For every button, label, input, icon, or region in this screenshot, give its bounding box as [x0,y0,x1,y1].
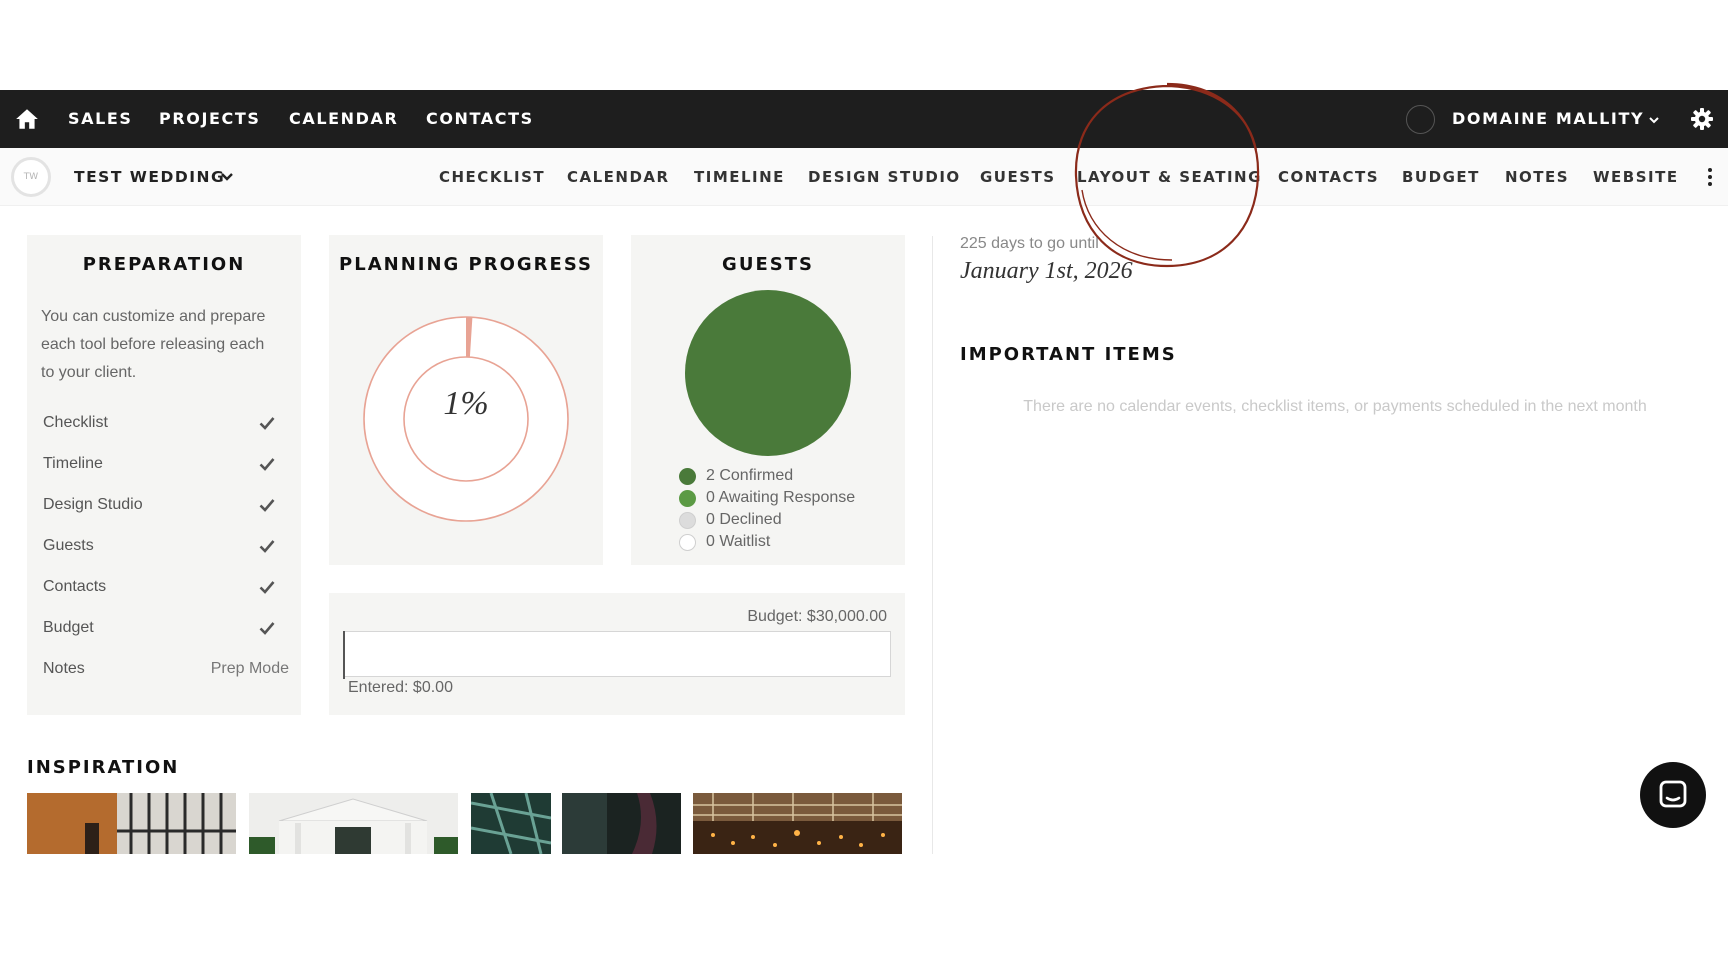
tab-budget[interactable]: BUDGET [1402,148,1480,206]
nav-projects[interactable]: PROJECTS [159,90,261,148]
prep-item-label: Design Studio [43,496,143,513]
countdown-text: 225 days to go until [960,235,1099,252]
tab-timeline[interactable]: TIMELINE [694,148,785,206]
tab-design-studio[interactable]: DESIGN STUDIO [808,148,961,206]
user-avatar[interactable] [1406,105,1435,134]
prep-item-notes[interactable]: Notes Prep Mode [43,657,289,681]
guests-title: GUESTS [722,254,814,275]
tab-layout-seating[interactable]: LAYOUT & SEATING [1077,148,1262,206]
preparation-description: You can customize and prepare each tool … [41,308,266,381]
prep-mode-status: Prep Mode [210,660,289,677]
budget-card: Budget: $30,000.00 Entered: $0.00 [329,593,905,715]
tab-notes[interactable]: NOTES [1505,148,1569,206]
tab-website[interactable]: WEBSITE [1593,148,1679,206]
chat-launcher-button[interactable] [1640,762,1706,828]
legend-dot [679,512,696,529]
legend-label: 0 Awaiting Response [706,489,856,506]
budget-progress-bar [343,631,891,677]
project-navigation-bar: TW TEST WEDDING CHECKLIST CALENDAR TIMEL… [0,148,1728,206]
prep-item-design-studio[interactable]: Design Studio [43,493,289,517]
legend-dot [679,468,696,485]
inspiration-image[interactable] [693,793,902,854]
top-navigation-bar: SALES PROJECTS CALENDAR CONTACTS DOMAINE… [0,90,1728,148]
planning-progress-card: PLANNING PROGRESS 1% [329,235,603,565]
nav-contacts[interactable]: CONTACTS [426,90,534,148]
checkmark-icon [259,622,275,635]
project-avatar[interactable]: TW [11,157,51,197]
prep-item-checklist[interactable]: Checklist [43,411,289,435]
checkmark-icon [259,417,275,430]
prep-item-label: Budget [43,619,94,636]
tab-calendar[interactable]: CALENDAR [567,148,670,206]
checkmark-icon [259,499,275,512]
inspiration-title: INSPIRATION [27,757,180,778]
event-date: January 1st, 2026 [960,258,1133,284]
checkmark-icon [259,540,275,553]
prep-item-label: Guests [43,537,94,554]
legend-label: 2 Confirmed [706,467,794,484]
budget-total: Budget: $30,000.00 [747,608,887,625]
prep-item-timeline[interactable]: Timeline [43,452,289,476]
project-switcher[interactable]: TEST WEDDING [74,148,225,206]
tab-checklist[interactable]: CHECKLIST [439,148,545,206]
chevron-down-icon[interactable] [1648,114,1660,126]
home-icon[interactable] [14,106,40,132]
chevron-down-icon[interactable] [220,171,234,183]
inspiration-image[interactable] [471,793,551,854]
more-options-icon[interactable] [1703,167,1717,187]
checkmark-icon [259,581,275,594]
legend-dot [679,534,696,551]
prep-item-budget[interactable]: Budget [43,616,289,640]
legend-dot [679,490,696,507]
inspiration-image[interactable] [562,793,681,854]
preparation-title: PREPARATION [82,254,246,275]
tab-guests[interactable]: GUESTS [980,148,1056,206]
inspiration-image[interactable] [249,793,458,854]
budget-marker [343,631,345,679]
user-menu-name[interactable]: DOMAINE MALLITY [1452,90,1644,148]
important-items-title: IMPORTANT ITEMS [960,344,1177,365]
progress-percent: 1% [443,385,489,422]
prep-item-contacts[interactable]: Contacts [43,575,289,599]
column-divider [932,236,933,854]
checkmark-icon [259,458,275,471]
tab-contacts[interactable]: CONTACTS [1278,148,1379,206]
planning-progress-title: PLANNING PROGRESS [339,254,593,275]
preparation-card: PREPARATION You can customize and prepar… [27,235,301,715]
nav-sales[interactable]: SALES [68,90,133,148]
prep-item-label: Contacts [43,578,107,595]
prep-item-label: Timeline [43,455,103,472]
legend-label: 0 Waitlist [706,533,771,550]
legend-label: 0 Declined [706,511,782,528]
nav-calendar[interactable]: CALENDAR [289,90,398,148]
prep-item-guests[interactable]: Guests [43,534,289,558]
important-items-empty-message: There are no calendar events, checklist … [1023,398,1647,415]
gear-icon[interactable] [1690,107,1714,131]
budget-entered: Entered: $0.00 [348,679,453,696]
pie-slice [685,290,851,456]
guests-pie-chart [685,290,851,456]
guests-card: GUESTS 2 Confirmed 0 Awaiting Response 0… [631,235,905,565]
prep-item-label: Notes [43,660,85,677]
prep-item-label: Checklist [43,414,108,431]
inspiration-image[interactable] [27,793,236,854]
chat-icon [1659,780,1687,808]
